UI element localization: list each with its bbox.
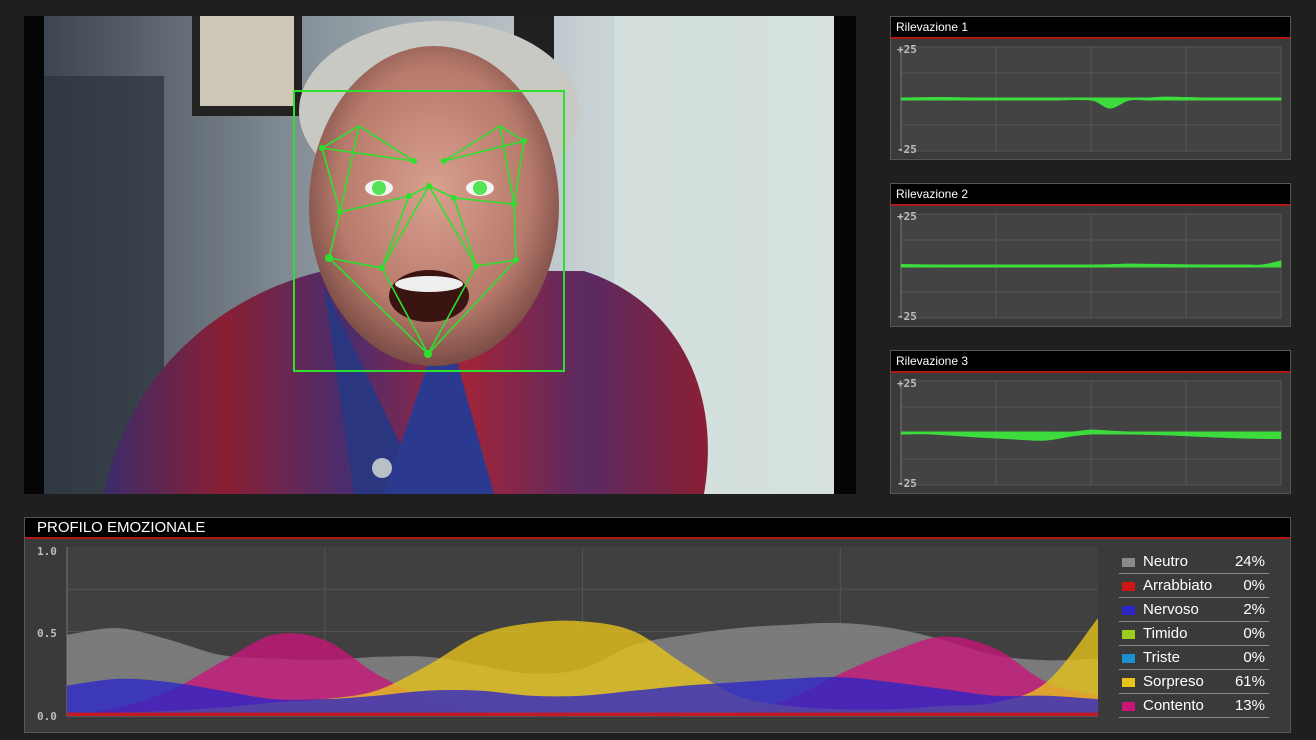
rilevazione-2-ymin-label: -25: [897, 310, 917, 323]
legend-item-contento: Contento 13%: [1119, 694, 1269, 718]
legend-name: Timido: [1143, 625, 1188, 642]
y-label-min: 0.0: [37, 710, 57, 723]
legend-swatch-neutro: [1122, 558, 1135, 567]
legend-percent: 0%: [1243, 649, 1265, 666]
legend-swatch-nervoso: [1122, 606, 1135, 615]
legend-swatch-arrabbiato: [1122, 582, 1135, 591]
legend-swatch-contento: [1122, 702, 1135, 711]
legend-name: Neutro: [1143, 553, 1189, 570]
legend-percent: 61%: [1234, 673, 1265, 690]
legend-item-arrabbiato: Arrabbiato 0%: [1119, 574, 1269, 598]
emotional-profile-panel: PROFILO EMOZIONALE 1.0 0.5 0.0 Neutro 24% …: [24, 517, 1291, 733]
rilevazione-3-ymin-label: -25: [897, 477, 917, 490]
legend-name: Arrabbiato: [1143, 577, 1213, 594]
legend-name: Sorpreso: [1143, 673, 1204, 690]
series-area-arrabbiato: [67, 712, 1098, 716]
webcam-feed: [24, 16, 856, 494]
legend-item-triste: Triste 0%: [1119, 646, 1269, 670]
rilevazione-1-title: Rilevazione 1: [891, 17, 1290, 39]
rilevazione-2-panel: Rilevazione 2 +25 -25: [890, 183, 1291, 327]
legend-name: Contento: [1143, 697, 1204, 714]
rilevazione-2-title: Rilevazione 2: [891, 184, 1290, 206]
rilevazione-2-chart: +25 -25: [891, 206, 1290, 326]
legend-item-timido: Timido 0%: [1119, 622, 1269, 646]
legend-item-neutro: Neutro 24%: [1119, 550, 1269, 574]
rilevazione-2-svg: +25 -25: [897, 210, 1282, 323]
rilevazione-3-title: Rilevazione 3: [891, 351, 1290, 373]
webcam-image: [24, 16, 856, 494]
legend-percent: 24%: [1234, 553, 1265, 570]
legend-swatch-triste: [1122, 654, 1135, 663]
legend-percent: 0%: [1243, 577, 1265, 594]
emotion-legend: Neutro 24% Arrabbiato 0% Nervoso 2% Timi…: [1119, 550, 1269, 718]
legend-percent: 2%: [1243, 601, 1265, 618]
emotional-profile-chart: 1.0 0.5 0.0: [25, 539, 1107, 734]
legend-percent: 13%: [1234, 697, 1265, 714]
legend-name: Nervoso: [1143, 601, 1199, 618]
legend-swatch-sorpreso: [1122, 678, 1135, 687]
legend-item-sorpreso: Sorpreso 61%: [1119, 670, 1269, 694]
rilevazione-3-svg: +25 -25: [897, 377, 1282, 490]
emotional-profile-title: PROFILO EMOZIONALE: [25, 518, 1290, 539]
rilevazione-1-svg: +25 -25: [897, 43, 1282, 156]
rilevazione-1-chart: +25 -25: [891, 39, 1290, 159]
y-label-mid: 0.5: [37, 627, 57, 640]
rilevazione-2-ymax-label: +25: [897, 210, 917, 223]
rilevazione-3-chart: +25 -25: [891, 373, 1290, 493]
emotional-profile-svg: 1.0 0.5 0.0: [37, 545, 1098, 723]
rilevazione-1-ymax-label: +25: [897, 43, 917, 56]
legend-swatch-timido: [1122, 630, 1135, 639]
rilevazione-3-ymax-label: +25: [897, 377, 917, 390]
legend-percent: 0%: [1243, 625, 1265, 642]
legend-item-nervoso: Nervoso 2%: [1119, 598, 1269, 622]
legend-name: Triste: [1143, 649, 1180, 666]
y-label-max: 1.0: [37, 545, 57, 558]
rilevazione-1-ymin-label: -25: [897, 143, 917, 156]
rilevazione-3-panel: Rilevazione 3 +25 -25: [890, 350, 1291, 494]
rilevazione-1-panel: Rilevazione 1 +25 -25: [890, 16, 1291, 160]
